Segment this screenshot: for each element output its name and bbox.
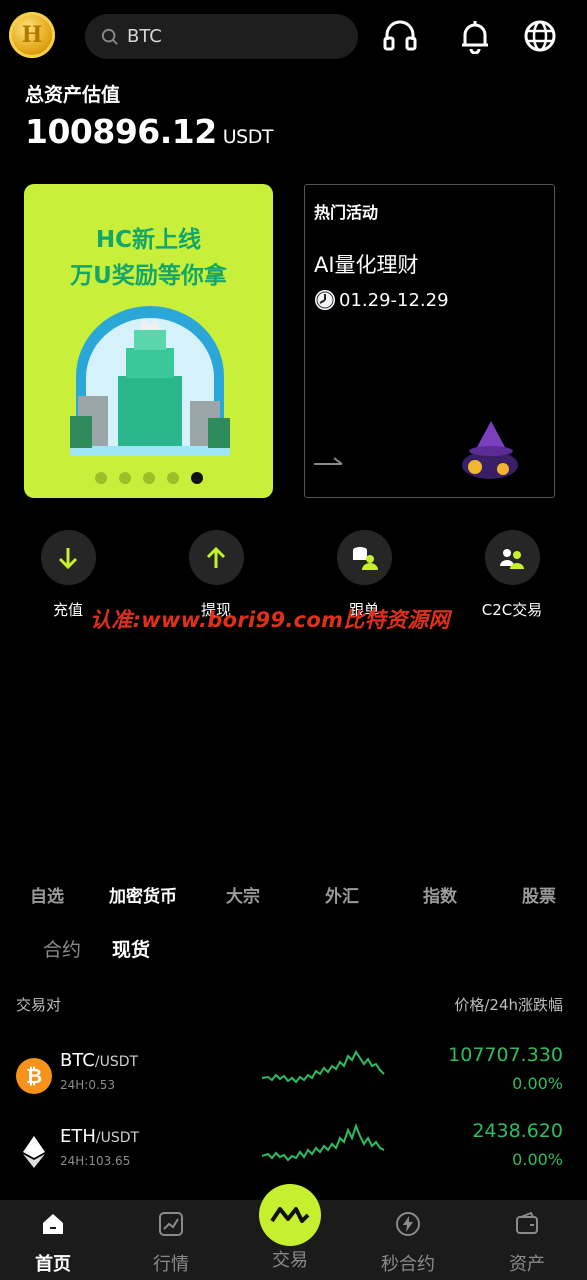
- chart-icon: [159, 1212, 183, 1236]
- hot-activity-card[interactable]: 热门活动 AI量化理财 01.29-12.29: [304, 184, 555, 498]
- nav-assets[interactable]: 资产: [487, 1200, 567, 1276]
- nav-seconds-contract[interactable]: 秒合约: [368, 1200, 448, 1276]
- total-assets-unit: USDT: [222, 126, 274, 148]
- banner-title: HC新上线: [95, 227, 202, 253]
- total-assets-value: 100896.12 USDT: [25, 112, 273, 151]
- pair-name: ETH/USDT: [60, 1126, 140, 1147]
- pagination-dot[interactable]: [142, 472, 155, 484]
- btc-coin-icon: ₿: [16, 1058, 52, 1094]
- price-sparkline: [262, 1123, 385, 1162]
- globe-icon[interactable]: [522, 18, 558, 54]
- c2c-label: C2C交易: [481, 601, 543, 619]
- column-price-header: 价格/24h涨跌幅: [454, 996, 563, 1014]
- table-row[interactable]: ₿ BTC/USDT 24H:0.53 107707.330 0.00%: [0, 1044, 587, 1114]
- copy-trade-icon: [353, 546, 378, 570]
- pair-change: 0.00%: [512, 1074, 563, 1093]
- search-input[interactable]: BTC: [127, 26, 162, 47]
- watermark-text: 认准:www.bori99.com比特资源网: [90, 608, 450, 632]
- column-pair-header: 交易对: [16, 996, 62, 1014]
- headset-icon[interactable]: [382, 18, 418, 54]
- withdraw-button[interactable]: [188, 530, 244, 585]
- c2c-users-icon: [500, 548, 524, 569]
- top-bar: H BTC: [0, 12, 587, 62]
- price-sparkline: [262, 1050, 385, 1084]
- bell-icon[interactable]: [457, 18, 493, 54]
- pair-name: BTC/USDT: [60, 1050, 139, 1071]
- tab-favorites[interactable]: 自选: [30, 882, 64, 907]
- promo-banner[interactable]: HC新上线 万U奖励等你拿: [24, 184, 273, 498]
- arrow-down-icon: [58, 547, 78, 569]
- pair-price: 107707.330: [448, 1044, 563, 1066]
- pair-change: 0.00%: [512, 1150, 563, 1169]
- arrow-up-icon: [206, 546, 226, 568]
- subtab-contract[interactable]: 合约: [43, 935, 81, 962]
- pair-price: 2438.620: [472, 1120, 563, 1142]
- trade-button[interactable]: [259, 1184, 321, 1246]
- pagination-dot[interactable]: [118, 472, 131, 484]
- lightning-icon: [396, 1212, 420, 1236]
- witch-cauldron-illustration: [462, 421, 518, 479]
- arrow-right-icon[interactable]: [314, 455, 344, 465]
- wallet-icon: [516, 1211, 538, 1234]
- search-bar[interactable]: BTC: [85, 14, 358, 59]
- table-row[interactable]: ETH/USDT 24H:103.65 2438.620 0.00%: [0, 1120, 587, 1190]
- hot-activity-heading: 热门活动: [314, 203, 379, 222]
- bottom-nav: 首页 行情 交易 秒合约 资产: [0, 1184, 587, 1280]
- pair-volume: 24H:103.65: [60, 1154, 131, 1168]
- tab-forex[interactable]: 外汇: [325, 882, 359, 907]
- nav-market-label: 行情: [153, 1254, 189, 1275]
- nav-seconds-contract-label: 秒合约: [381, 1254, 435, 1275]
- nav-market[interactable]: 行情: [131, 1200, 211, 1276]
- pagination-dot-active[interactable]: [190, 472, 203, 484]
- banner-subtitle: 万U奖励等你拿: [70, 263, 227, 289]
- home-icon: [43, 1214, 63, 1234]
- search-icon: [101, 28, 118, 45]
- banner-pagination: [24, 472, 273, 484]
- eth-coin-icon: [16, 1134, 52, 1170]
- hot-activity-date: 01.29-12.29: [314, 289, 449, 311]
- nav-assets-label: 资产: [509, 1254, 545, 1275]
- nav-trade[interactable]: 交易: [250, 1184, 330, 1272]
- pagination-dot[interactable]: [94, 472, 107, 484]
- total-assets-label: 总资产估值: [25, 84, 121, 106]
- app-logo[interactable]: H: [9, 12, 55, 58]
- copy-trade-button[interactable]: [336, 530, 392, 585]
- c2c-button[interactable]: [484, 530, 540, 585]
- nav-home-label: 首页: [35, 1254, 71, 1275]
- tab-stocks[interactable]: 股票: [522, 882, 556, 907]
- market-tabs: 自选 加密货币 大宗 外汇 指数 股票: [0, 882, 587, 912]
- tab-crypto[interactable]: 加密货币: [109, 882, 177, 907]
- pagination-dot[interactable]: [166, 472, 179, 484]
- c2c-action[interactable]: C2C交易: [462, 530, 562, 620]
- subtab-spot[interactable]: 现货: [112, 935, 150, 962]
- tab-commodities[interactable]: 大宗: [226, 882, 260, 907]
- trade-icon: [270, 1207, 310, 1223]
- nav-home[interactable]: 首页: [13, 1200, 93, 1276]
- nav-trade-label: 交易: [272, 1250, 308, 1271]
- pair-volume: 24H:0.53: [60, 1078, 116, 1092]
- banner-cake-illustration: [70, 306, 230, 456]
- deposit-button[interactable]: [40, 530, 96, 585]
- hot-activity-name: AI量化理财: [314, 253, 419, 277]
- tab-indices[interactable]: 指数: [423, 882, 457, 907]
- clock-icon: [315, 290, 335, 310]
